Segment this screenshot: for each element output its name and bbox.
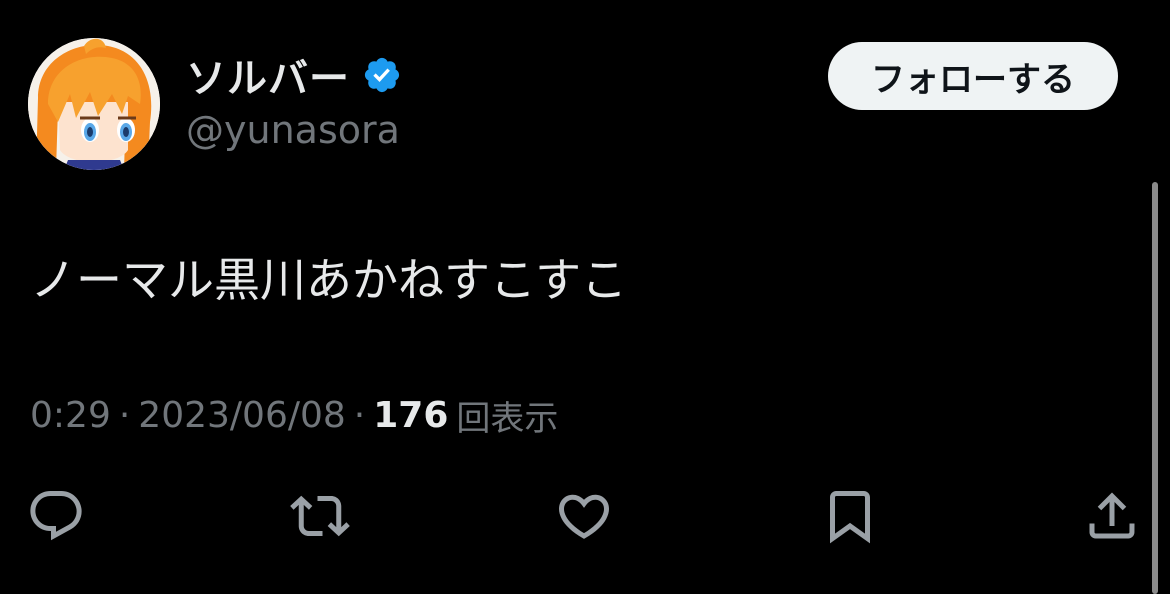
meta-separator: · — [353, 394, 366, 436]
tweet-meta: 0:29 · 2023/06/08 · 176 回表示 — [30, 390, 558, 440]
share-icon — [1089, 492, 1135, 539]
tweet-date[interactable]: 2023/06/08 — [138, 395, 346, 436]
display-name[interactable]: ソルバー — [186, 46, 350, 104]
action-bar — [0, 484, 1170, 554]
user-handle[interactable]: @yunasora — [186, 108, 402, 152]
bookmark-icon — [830, 491, 870, 544]
name-row: ソルバー — [186, 50, 402, 102]
retweet-button[interactable] — [288, 484, 352, 548]
retweet-icon — [290, 495, 350, 537]
tweet-time[interactable]: 0:29 — [30, 395, 111, 436]
view-count: 176 — [373, 394, 449, 436]
avatar[interactable] — [28, 38, 160, 170]
like-button[interactable] — [552, 484, 616, 548]
verified-badge-icon — [362, 55, 402, 95]
meta-separator: · — [118, 394, 131, 436]
anime-avatar-icon — [28, 38, 160, 170]
share-button[interactable] — [1080, 484, 1144, 548]
tweet-detail: ソルバー @yunasora フォローする ノーマル黒川あかねすこすこ 0:29… — [0, 0, 1170, 594]
follow-button[interactable]: フォローする — [828, 42, 1118, 110]
tweet-text: ノーマル黒川あかねすこすこ — [30, 253, 628, 307]
reply-button[interactable] — [24, 484, 88, 548]
like-icon — [558, 494, 610, 539]
user-info: ソルバー @yunasora — [186, 50, 402, 152]
bookmark-button[interactable] — [818, 484, 882, 548]
reply-icon — [30, 491, 82, 541]
view-count-label: 回表示 — [456, 398, 559, 439]
scrollbar[interactable] — [1152, 182, 1158, 594]
